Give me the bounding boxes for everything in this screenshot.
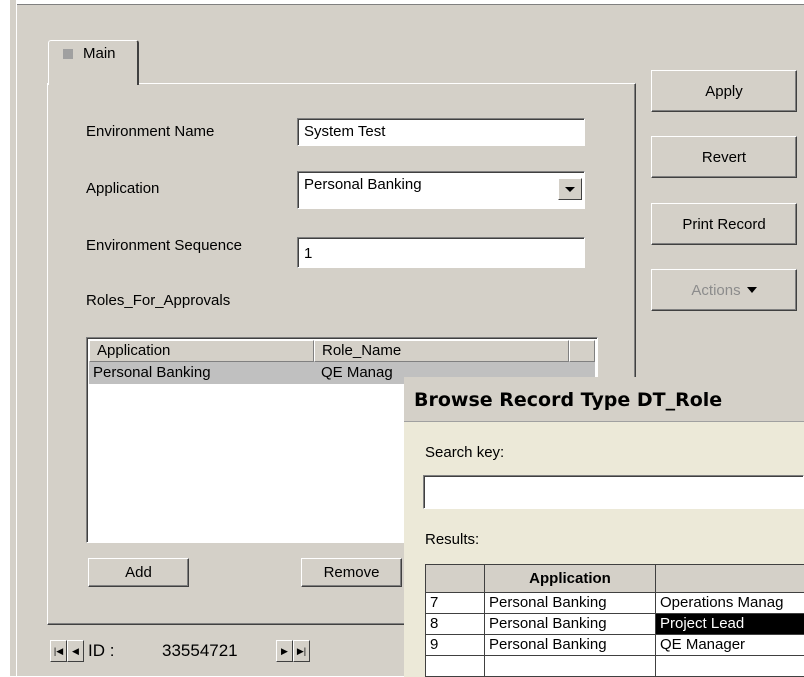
results-row-role[interactable] <box>656 656 804 677</box>
chevron-down-icon <box>746 287 757 293</box>
print-record-button[interactable]: Print Record <box>651 203 797 245</box>
chevron-down-icon <box>565 186 575 192</box>
results-row-application[interactable]: Personal Banking <box>485 614 656 635</box>
results-row-application[interactable]: Personal Banking <box>485 635 656 656</box>
roles-label: Roles_For_Approvals <box>86 292 231 309</box>
search-key-label: Search key: <box>425 444 505 461</box>
add-button[interactable]: Add <box>88 558 189 587</box>
results-row-role-selected[interactable]: Project Lead <box>656 614 804 635</box>
results-row-role[interactable]: Operations Manag <box>656 593 804 614</box>
results-row-num[interactable]: 8 <box>426 614 485 635</box>
row-application: Personal Banking <box>93 364 211 381</box>
application-label: Application <box>86 180 160 197</box>
id-value: 33554721 <box>162 641 238 660</box>
tab-main[interactable]: Main <box>48 40 139 85</box>
tab-main-label: Main <box>83 45 116 62</box>
search-key-input[interactable] <box>423 475 804 509</box>
application-select-value: Personal Banking <box>304 176 422 193</box>
results-row-num[interactable] <box>426 656 485 677</box>
remove-button[interactable]: Remove <box>301 558 402 587</box>
application-select[interactable]: Personal Banking <box>297 171 585 209</box>
application-dropdown-button[interactable] <box>558 178 582 200</box>
results-header-role[interactable] <box>656 565 804 593</box>
top-toolbar-strip <box>16 0 804 5</box>
first-record-icon[interactable]: |◀ <box>50 640 67 662</box>
next-record-icon[interactable]: ▶ <box>276 640 293 662</box>
column-header-filler <box>569 340 595 362</box>
environment-name-label: Environment Name <box>86 123 215 140</box>
environment-sequence-field[interactable]: 1 <box>297 237 585 268</box>
tab-square-icon <box>63 49 73 59</box>
column-header-role-name[interactable]: Role_Name <box>314 340 569 362</box>
results-grid[interactable]: Application 7 Personal Banking Operation… <box>425 564 804 677</box>
environment-sequence-label: Environment Sequence <box>86 237 242 254</box>
revert-button[interactable]: Revert <box>651 136 797 178</box>
results-header-application[interactable]: Application <box>485 565 656 593</box>
previous-record-icon[interactable]: ◀ <box>67 640 84 662</box>
results-header-num <box>426 565 485 593</box>
dialog-title-bar[interactable]: Browse Record Type DT_Role <box>404 377 804 421</box>
row-role-name: QE Manag <box>321 364 393 381</box>
id-label: ID : <box>88 641 115 660</box>
environment-name-field[interactable]: System Test <box>297 118 585 146</box>
results-row-role[interactable]: QE Manager <box>656 635 804 656</box>
apply-button[interactable]: Apply <box>651 70 797 112</box>
column-header-application[interactable]: Application <box>89 340 314 362</box>
results-label: Results: <box>425 531 480 548</box>
results-row-num[interactable]: 9 <box>426 635 485 656</box>
actions-button[interactable]: Actions <box>651 269 797 311</box>
last-record-icon[interactable]: ▶| <box>293 640 310 662</box>
results-row-application[interactable]: Personal Banking <box>485 593 656 614</box>
dialog-title: Browse Record Type DT_Role <box>414 389 723 411</box>
window-edge <box>16 4 17 676</box>
actions-button-label: Actions <box>691 281 741 299</box>
results-row-num[interactable]: 7 <box>426 593 485 614</box>
results-row-application[interactable] <box>485 656 656 677</box>
